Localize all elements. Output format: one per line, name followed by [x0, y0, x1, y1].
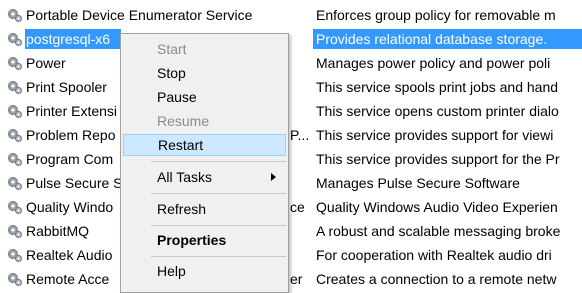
- service-name: Print Spooler: [26, 79, 107, 95]
- gear-icon: [7, 223, 23, 239]
- menu-item-resume[interactable]: Resume: [123, 110, 286, 132]
- menu-item-properties[interactable]: Properties: [123, 229, 286, 251]
- service-name: Program Com: [26, 151, 114, 167]
- gear-icon: [7, 103, 23, 119]
- service-name: RabbitMQ: [26, 223, 90, 239]
- menu-item-help[interactable]: Help: [123, 260, 286, 282]
- service-name: Power: [26, 55, 66, 71]
- service-name: Remote Acce: [26, 271, 110, 287]
- gear-icon: [7, 7, 23, 23]
- gear-icon: [7, 79, 23, 95]
- service-name: Realtek Audio: [26, 247, 113, 263]
- service-description: Creates a connection to a remote netw: [316, 271, 557, 287]
- menu-item-start[interactable]: Start: [123, 38, 286, 60]
- gear-icon: [7, 271, 23, 287]
- list-item[interactable]: Quality Windo ce Quality Windows Audio V…: [0, 195, 582, 219]
- menu-item-restart[interactable]: Restart: [123, 134, 286, 156]
- service-description: Provides relational database storage.: [313, 29, 582, 49]
- service-name: Portable Device Enumerator Service: [26, 7, 253, 23]
- service-description: For cooperation with Realtek audio dri: [316, 247, 552, 263]
- list-item[interactable]: Print Spooler This service spools print …: [0, 75, 582, 99]
- menu-separator: [151, 256, 286, 257]
- service-name-tail: P...: [290, 127, 310, 143]
- gear-icon: [7, 247, 23, 263]
- list-item[interactable]: Problem Repo P... This service provides …: [0, 123, 582, 147]
- list-item[interactable]: Realtek Audio For cooperation with Realt…: [0, 243, 582, 267]
- menu-item-stop[interactable]: Stop: [123, 62, 286, 84]
- gear-icon: [7, 199, 23, 215]
- gear-icon: [7, 151, 23, 167]
- list-item[interactable]: Program Com This service provides suppor…: [0, 147, 582, 171]
- list-item[interactable]: RabbitMQ A robust and scalable messaging…: [0, 219, 582, 243]
- service-name-tail: er: [290, 271, 303, 287]
- service-description: Manages Pulse Secure Software: [316, 175, 520, 191]
- gear-icon: [7, 127, 23, 143]
- menu-item-pause[interactable]: Pause: [123, 86, 286, 108]
- service-name-tail: ce: [290, 199, 305, 215]
- list-item[interactable]: Power Manages power policy and power pol…: [0, 51, 582, 75]
- service-description: This service opens custom printer dialo: [316, 103, 559, 119]
- list-item[interactable]: Remote Acce er Creates a connection to a…: [0, 267, 582, 291]
- service-name: postgresql-x6: [25, 29, 121, 49]
- service-name: Pulse Secure S: [26, 175, 123, 191]
- service-description: Quality Windows Audio Video Experien: [316, 199, 558, 215]
- menu-item-all-tasks[interactable]: All Tasks: [123, 166, 286, 188]
- menu-item-refresh[interactable]: Refresh: [123, 198, 286, 220]
- menu-separator: [151, 193, 286, 194]
- menu-separator: [151, 161, 286, 162]
- service-description: Manages power policy and power poli: [316, 55, 551, 71]
- submenu-arrow-icon: [271, 173, 276, 181]
- gear-icon: [7, 55, 23, 71]
- service-name: Problem Repo: [26, 127, 116, 143]
- list-item[interactable]: Portable Device Enumerator Service Enfor…: [0, 3, 582, 27]
- service-description: This service spools print jobs and hand: [316, 79, 559, 95]
- gear-icon: [7, 175, 23, 191]
- service-description: This service provides support for viewi: [316, 127, 554, 143]
- service-description: Enforces group policy for removable m: [316, 7, 556, 23]
- service-description: A robust and scalable messaging broke: [316, 223, 561, 239]
- service-name: Quality Windo: [26, 199, 114, 215]
- gear-icon: [7, 31, 23, 47]
- menu-separator: [151, 225, 286, 226]
- service-description: This service provides support for the Pr: [316, 151, 560, 167]
- list-item[interactable]: Printer Extensi This service opens custo…: [0, 99, 582, 123]
- menu-item-all-tasks-label: All Tasks: [157, 169, 212, 185]
- service-name: Printer Extensi: [26, 103, 118, 119]
- context-menu: Start Stop Pause Resume Restart All Task…: [120, 33, 289, 293]
- list-item[interactable]: postgresql-x6 Provides relational databa…: [0, 27, 582, 51]
- list-item[interactable]: Pulse Secure S Manages Pulse Secure Soft…: [0, 171, 582, 195]
